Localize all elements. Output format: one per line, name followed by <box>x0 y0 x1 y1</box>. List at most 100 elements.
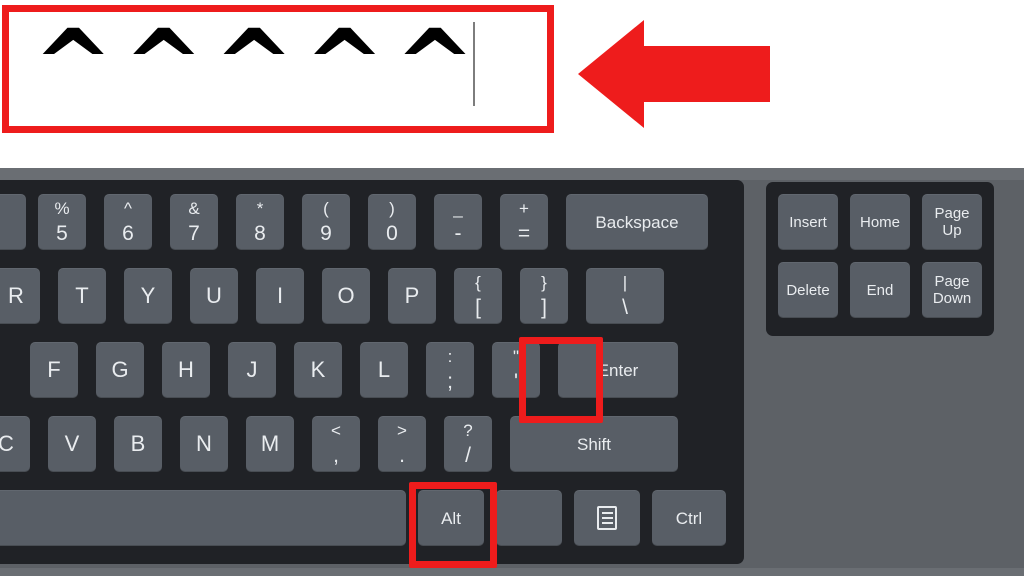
key-g-legend: G <box>111 357 129 382</box>
key-equal-shift-legend: + <box>519 199 529 218</box>
key-bracket-right[interactable]: } ] <box>520 268 568 324</box>
key-backslash-legend: \ <box>622 296 628 319</box>
key-page-down-legend-line1: Page <box>934 272 970 290</box>
key-space[interactable] <box>0 490 406 546</box>
key-8[interactable]: * 8 <box>236 194 284 250</box>
key-equal[interactable]: + = <box>500 194 548 250</box>
key-8-legend: 8 <box>254 222 266 245</box>
key-delete[interactable]: Delete <box>778 262 838 318</box>
key-period-shift-legend: > <box>397 421 407 440</box>
key-ctrl-right[interactable]: Ctrl <box>652 490 726 546</box>
key-period-legend: . <box>399 444 405 467</box>
key-7-legend: 7 <box>188 222 200 245</box>
key-7-shift-legend: & <box>188 199 200 218</box>
key-j[interactable]: J <box>228 342 276 398</box>
key-p[interactable]: P <box>388 268 436 324</box>
key-t[interactable]: T <box>58 268 106 324</box>
key-alt-right[interactable]: Alt <box>418 490 484 546</box>
key-home-legend: Home <box>859 213 900 231</box>
key-n-legend: N <box>196 431 212 456</box>
key-b[interactable]: B <box>114 416 162 472</box>
typed-text-value: ^^^^^ <box>33 12 486 121</box>
key-i[interactable]: I <box>256 268 304 324</box>
key-6-shift-legend: ^ <box>124 199 132 218</box>
key-f[interactable]: F <box>30 342 78 398</box>
key-end[interactable]: End <box>850 262 910 318</box>
key-bracket-right-legend: ] <box>541 296 547 319</box>
key-alt-right-legend: Alt <box>441 508 461 528</box>
key-o[interactable]: O <box>322 268 370 324</box>
key-g[interactable]: G <box>96 342 144 398</box>
key-m[interactable]: M <box>246 416 294 472</box>
key-f-legend: F <box>47 357 61 382</box>
key-insert[interactable]: Insert <box>778 194 838 250</box>
key-bracket-left-shift-legend: { <box>475 273 481 292</box>
key-minus-legend: - <box>454 222 462 245</box>
menu-icon <box>597 506 617 530</box>
key-menu[interactable] <box>574 490 640 546</box>
key-page-up[interactable]: Page Up <box>922 194 982 250</box>
keyboard-top-bezel <box>0 168 1024 180</box>
key-l-legend: L <box>377 357 391 382</box>
key-0-shift-legend: ) <box>389 199 395 218</box>
key-win-right[interactable] <box>496 490 562 546</box>
key-insert-legend: Insert <box>789 213 827 231</box>
key-page-down[interactable]: Page Down <box>922 262 982 318</box>
key-h[interactable]: H <box>162 342 210 398</box>
key-9[interactable]: ( 9 <box>302 194 350 250</box>
key-comma[interactable]: < , <box>312 416 360 472</box>
key-quote-shift-legend: " <box>512 347 520 366</box>
key-slash-legend: / <box>465 444 471 467</box>
key-5[interactable]: % 5 <box>38 194 86 250</box>
key-t-legend: T <box>75 283 89 308</box>
text-cursor <box>473 22 475 106</box>
key-slash-shift-legend: ? <box>463 421 473 440</box>
key-n[interactable]: N <box>180 416 228 472</box>
key-k[interactable]: K <box>294 342 342 398</box>
key-home[interactable]: Home <box>850 194 910 250</box>
key-y[interactable]: Y <box>124 268 172 324</box>
keyboard: % 5 ^ 6 & 7 * 8 ( 9 ) 0 _ - + = Backspac… <box>0 168 1024 576</box>
key-shift-right[interactable]: Shift <box>510 416 678 472</box>
key-b-legend: B <box>130 431 146 456</box>
key-slash[interactable]: ? / <box>444 416 492 472</box>
key-0[interactable]: ) 0 <box>368 194 416 250</box>
key-u[interactable]: U <box>190 268 238 324</box>
key-bracket-left[interactable]: { [ <box>454 268 502 324</box>
key-m-legend: M <box>260 431 280 456</box>
key-equal-legend: = <box>517 222 531 245</box>
key-9-shift-legend: ( <box>323 199 329 218</box>
key-l[interactable]: L <box>360 342 408 398</box>
key-comma-shift-legend: < <box>331 421 341 440</box>
key-v[interactable]: V <box>48 416 96 472</box>
key-page-up-legend-line2: Up <box>942 222 962 239</box>
key-v-legend: V <box>64 431 80 456</box>
key-8-shift-legend: * <box>256 199 264 218</box>
key-end-legend: End <box>866 281 894 299</box>
key-6[interactable]: ^ 6 <box>104 194 152 250</box>
key-period[interactable]: > . <box>378 416 426 472</box>
key-partial-left-number[interactable] <box>0 194 26 250</box>
keyboard-bottom-bezel <box>0 568 1024 576</box>
key-comma-legend: , <box>333 444 339 467</box>
key-backslash[interactable]: | \ <box>586 268 664 324</box>
key-semicolon-legend: ; <box>447 370 453 393</box>
key-backslash-shift-legend: | <box>622 273 628 292</box>
key-semicolon[interactable]: : ; <box>426 342 474 398</box>
key-c[interactable]: C <box>0 416 30 472</box>
key-backspace[interactable]: Backspace <box>566 194 708 250</box>
key-5-shift-legend: % <box>54 199 70 218</box>
key-bracket-left-legend: [ <box>475 296 481 319</box>
key-minus[interactable]: _ - <box>434 194 482 250</box>
key-i-legend: I <box>276 283 284 308</box>
key-quote[interactable]: " ' <box>492 342 540 398</box>
key-semicolon-shift-legend: : <box>447 347 453 366</box>
key-enter[interactable]: Enter <box>558 342 678 398</box>
key-ctrl-right-legend: Ctrl <box>675 508 703 528</box>
key-u-legend: U <box>206 283 222 308</box>
key-r[interactable]: R <box>0 268 40 324</box>
key-shift-right-legend: Shift <box>576 434 612 454</box>
key-p-legend: P <box>404 283 420 308</box>
key-7[interactable]: & 7 <box>170 194 218 250</box>
text-input-field[interactable]: ^^^^^ <box>9 12 547 126</box>
